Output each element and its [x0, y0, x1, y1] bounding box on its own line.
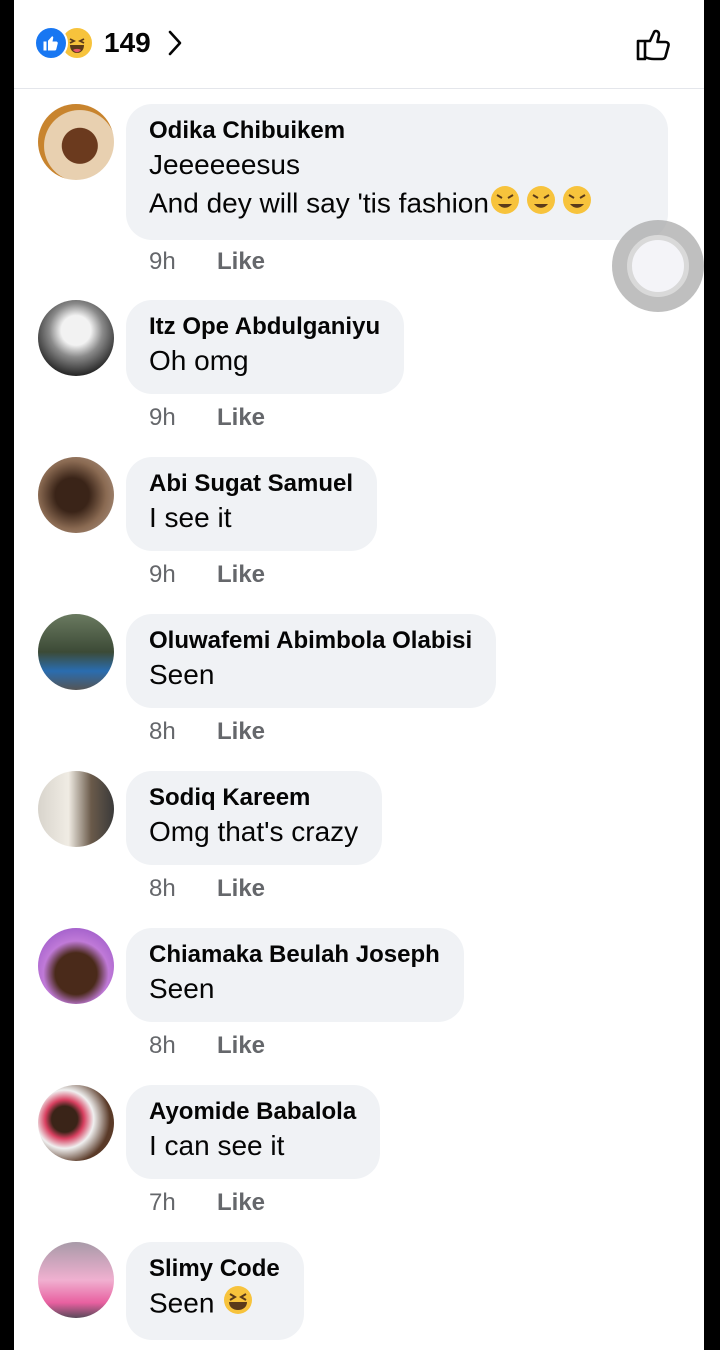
comment-bubble: Odika Chibuikem Jeeeeeesus And dey will …: [126, 104, 668, 240]
avatar[interactable]: [38, 614, 114, 690]
comment-text: Seen: [149, 1284, 280, 1326]
comment-bubble: Slimy Code Seen: [126, 1242, 304, 1340]
comment-bubble: Chiamaka Beulah Joseph Seen: [126, 928, 464, 1022]
comment-time: 9h: [149, 248, 176, 275]
like-button[interactable]: Like: [217, 718, 265, 746]
comment-bubble: Abi Sugat Samuel I see it: [126, 457, 378, 551]
thumbs-up-icon[interactable]: [632, 22, 676, 66]
comment-bubble: Ayomide Babalola I can see it: [126, 1085, 381, 1179]
comment-bubble: Sodiq Kareem Omg that's crazy: [126, 771, 383, 865]
like-button[interactable]: Like: [217, 404, 265, 432]
commenter-name[interactable]: Ayomide Babalola: [149, 1097, 356, 1127]
comment-meta: 9h Like: [149, 561, 265, 589]
comment-meta: 9h Like: [149, 248, 265, 276]
grinning-squinting-icon: [222, 1284, 254, 1326]
rolling-laughing-icon: [489, 184, 597, 226]
commenter-name[interactable]: Itz Ope Abdulganiyu: [149, 312, 380, 342]
comment-meta: 8h Like: [149, 1032, 265, 1060]
comment-bubble: Itz Ope Abdulganiyu Oh omg: [126, 300, 405, 394]
avatar[interactable]: [38, 457, 114, 533]
floating-action-button[interactable]: [612, 220, 704, 312]
comment-time: 7h: [149, 1189, 176, 1216]
like-button[interactable]: Like: [217, 248, 265, 276]
avatar[interactable]: [38, 1242, 114, 1318]
comment-text: Omg that's crazy: [149, 816, 359, 847]
comment-bubble: Oluwafemi Abimbola Olabisi Seen: [126, 614, 497, 708]
comment-time: 8h: [149, 718, 176, 745]
comment-time: 8h: [149, 1032, 176, 1059]
avatar[interactable]: [38, 771, 114, 847]
avatar[interactable]: [38, 300, 114, 376]
comment-time: 8h: [149, 875, 176, 902]
avatar[interactable]: [38, 1085, 114, 1161]
comment-text-line: Jeeeeeesus: [149, 149, 301, 180]
comments-sheet: 149 Odika Chibuikem Jeeeeeesus And dey w…: [14, 0, 704, 1350]
comment-text-line: And dey will say 'tis fashion: [149, 184, 644, 226]
comment-text: Seen: [149, 973, 215, 1004]
commenter-name[interactable]: Slimy Code: [149, 1254, 280, 1284]
chevron-right-icon[interactable]: [167, 29, 183, 57]
reactions-summary[interactable]: 149: [34, 24, 183, 62]
comment-text: I can see it: [149, 1130, 285, 1161]
comment-text: I see it: [149, 502, 232, 533]
comment-text: Seen: [149, 659, 215, 690]
commenter-name[interactable]: Oluwafemi Abimbola Olabisi: [149, 626, 472, 656]
commenter-name[interactable]: Sodiq Kareem: [149, 783, 358, 813]
avatar[interactable]: [38, 928, 114, 1004]
comment-text: Oh omg: [149, 345, 249, 376]
comment-meta: 8h Like: [149, 718, 265, 746]
commenter-name[interactable]: Abi Sugat Samuel: [149, 469, 353, 499]
commenter-name[interactable]: Odika Chibuikem: [149, 116, 644, 146]
avatar[interactable]: [38, 104, 114, 180]
comment-meta: 7h Like: [149, 1189, 265, 1217]
reactions-header: 149: [14, 0, 704, 89]
comment-time: 9h: [149, 561, 176, 588]
like-button[interactable]: Like: [217, 1189, 265, 1217]
like-reaction-icon: [34, 26, 68, 60]
comment-meta: 9h Like: [149, 404, 265, 432]
commenter-name[interactable]: Chiamaka Beulah Joseph: [149, 940, 440, 970]
like-button[interactable]: Like: [217, 875, 265, 903]
reaction-count: 149: [104, 27, 151, 58]
like-button[interactable]: Like: [217, 561, 265, 589]
comment-time: 9h: [149, 404, 176, 431]
comment-meta: 8h Like: [149, 875, 265, 903]
floating-button-inner: [627, 235, 689, 297]
like-button[interactable]: Like: [217, 1032, 265, 1060]
